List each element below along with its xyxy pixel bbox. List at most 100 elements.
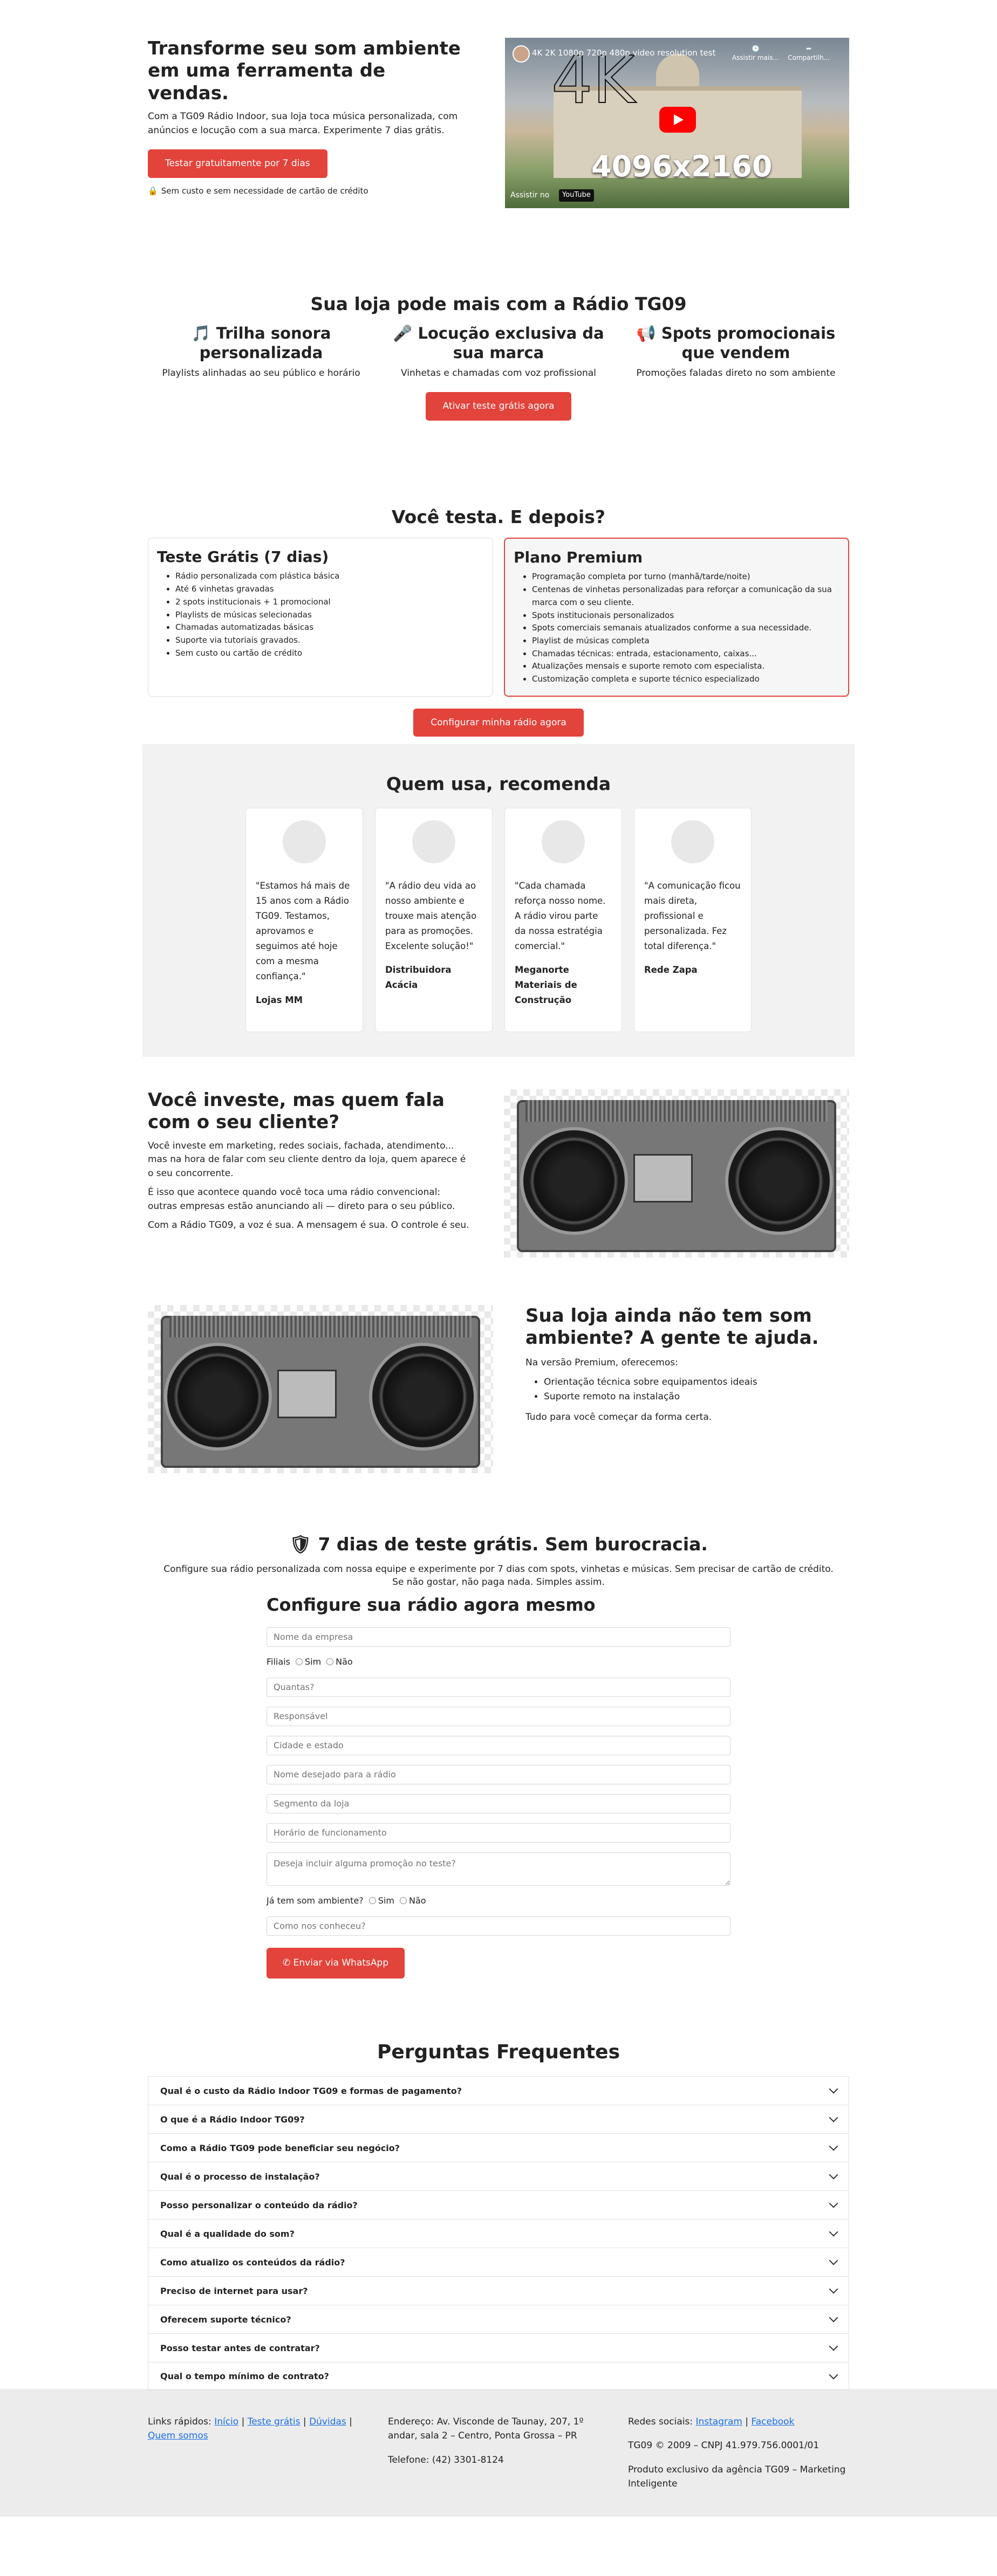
share-label: Compartilh... xyxy=(788,54,830,62)
sound-help-item: Orientação técnica sobre equipamentos id… xyxy=(544,1375,849,1390)
footer-contact-column: Endereço: Av. Visconde de Taunay, 207, 1… xyxy=(388,2415,609,2501)
free-plan-title: Teste Grátis (7 dias) xyxy=(157,547,329,566)
configure-radio-button[interactable]: Configurar minha rádio agora xyxy=(413,708,584,737)
faq-item[interactable]: Qual é a qualidade do som? xyxy=(148,2219,849,2248)
faq-question: Qual é o custo da Rádio Indoor TG09 e fo… xyxy=(160,2085,462,2096)
how-found-input[interactable] xyxy=(267,1916,730,1936)
faq-question: Oferecem suporte técnico? xyxy=(160,2314,291,2325)
plan-feature: 2 spots institucionais + 1 promocional xyxy=(175,596,484,609)
faq-item[interactable]: Preciso de internet para usar? xyxy=(148,2276,849,2305)
hero-trial-button[interactable]: Testar gratuitamente por 7 dias xyxy=(148,149,327,178)
faq-item[interactable]: Qual é o processo de instalação? xyxy=(148,2162,849,2191)
has-sound-radio-group: Já tem som ambiente? Sim Não xyxy=(267,1894,730,1907)
instagram-link[interactable]: Instagram xyxy=(695,2416,742,2427)
plan-feature: Playlist de músicas completa xyxy=(532,635,839,648)
radio-label: Não xyxy=(408,1895,426,1906)
shield-check-icon: 🛡 xyxy=(289,1534,312,1555)
facebook-link[interactable]: Facebook xyxy=(752,2416,795,2427)
testimonial-author: Lojas MM xyxy=(256,995,303,1006)
play-icon[interactable] xyxy=(659,107,696,133)
boombox-image xyxy=(504,1089,849,1258)
watch-later-button[interactable]: 🕒 Assistir mais... xyxy=(732,44,779,63)
faq-item[interactable]: Posso testar antes de contratar? xyxy=(148,2333,849,2362)
feature-text: Playlists alinhadas ao seu público e hor… xyxy=(162,368,360,379)
plan-feature: Centenas de vinhetas personalizadas para… xyxy=(532,583,839,609)
promotion-textarea[interactable] xyxy=(267,1852,730,1886)
footer-link-inicio[interactable]: Início xyxy=(214,2416,238,2427)
branches-count-input[interactable] xyxy=(267,1677,730,1697)
footer-link-about[interactable]: Quem somos xyxy=(148,2430,208,2441)
share-icon: ➦ xyxy=(806,45,812,52)
opening-hours-input[interactable] xyxy=(267,1823,730,1843)
feature-item: 📢 Spots promocionais que vendem Promoçõe… xyxy=(623,324,849,380)
video-title[interactable]: 4K 2K 1080p 720p 480p video resolution t… xyxy=(532,47,715,59)
has-sound-yes-radio[interactable] xyxy=(368,1897,376,1904)
radio-config-form: Configure sua rádio agora mesmo Filiais … xyxy=(267,1592,730,1979)
footer-link-trial[interactable]: Teste grátis xyxy=(248,2416,301,2427)
faq-item[interactable]: Qual o tempo mínimo de contrato? xyxy=(148,2362,849,2391)
city-state-input[interactable] xyxy=(267,1735,730,1755)
plan-feature: Chamadas técnicas: entrada, estacionamen… xyxy=(532,648,839,661)
boombox-top-grille xyxy=(525,1100,828,1122)
feature-title-text: Spots promocionais que vendem xyxy=(661,324,836,362)
company-name-input[interactable] xyxy=(267,1627,730,1647)
premium-plan-features: Programação completa por turno (manhã/ta… xyxy=(514,571,839,685)
testimonial-quote: "A rádio deu vida ao nosso ambiente e tr… xyxy=(385,880,477,952)
faq-item[interactable]: O que é a Rádio Indoor TG09? xyxy=(148,2105,849,2134)
channel-avatar[interactable] xyxy=(513,45,530,63)
trial-title: 🛡 7 dias de teste grátis. Sem burocracia… xyxy=(148,1531,849,1557)
faq-item[interactable]: Como a Rádio TG09 pode beneficiar seu ne… xyxy=(148,2133,849,2162)
branches-no-radio[interactable] xyxy=(326,1658,334,1665)
features-title: Sua loja pode mais com a Rádio TG09 xyxy=(310,293,687,314)
whatsapp-submit-button[interactable]: ✆ Enviar via WhatsApp xyxy=(267,1947,405,1979)
faq-item[interactable]: Qual é o custo da Rádio Indoor TG09 e fo… xyxy=(148,2076,849,2105)
feature-text: Vinhetas e chamadas com voz profissional xyxy=(401,368,596,379)
youtube-video-embed[interactable]: 4K 4K 2K 1080p 720p 480p video resolutio… xyxy=(505,38,849,208)
footer-link-faq[interactable]: Dúvidas xyxy=(309,2416,346,2427)
store-segment-input[interactable] xyxy=(267,1794,730,1813)
boombox-speaker-left xyxy=(164,1343,272,1451)
has-sound-no-radio[interactable] xyxy=(399,1897,407,1904)
sound-help-list: Orientação técnica sobre equipamentos id… xyxy=(525,1375,849,1404)
plan-feature: Spots comerciais semanais atualizados co… xyxy=(532,622,839,635)
hero-text-block: Transforme seu som ambiente em uma ferra… xyxy=(148,38,472,253)
avatar xyxy=(542,820,585,863)
feature-title-text: Locução exclusiva da sua marca xyxy=(418,324,604,362)
testimonial-author: Rede Zapa xyxy=(644,965,698,976)
faq-question: Posso personalizar o conteúdo da rádio? xyxy=(160,2200,358,2210)
invest-title: Você investe, mas quem fala com o seu cl… xyxy=(148,1089,445,1134)
youtube-logo[interactable]: YouTube xyxy=(559,189,594,202)
testimonial-card: "A rádio deu vida ao nosso ambiente e tr… xyxy=(375,807,493,1032)
invest-paragraph: Com a Rádio TG09, a voz é sua. A mensage… xyxy=(148,1220,469,1231)
footer-phone: Telefone: (42) 3301-8124 xyxy=(388,2454,504,2465)
branches-radio-group: Filiais Sim Não xyxy=(267,1655,730,1668)
faq-item[interactable]: Como atualizo os conteúdos da rádio? xyxy=(148,2248,849,2277)
lock-icon: 🔒 xyxy=(148,186,158,196)
plan-feature: Chamadas automatizadas básicas xyxy=(175,621,484,634)
boombox-speaker-left xyxy=(520,1127,628,1235)
radio-name-input[interactable] xyxy=(267,1764,730,1784)
footer-address: Endereço: Av. Visconde de Taunay, 207, 1… xyxy=(388,2416,584,2442)
radio-label: Sim xyxy=(378,1895,394,1906)
responsible-input[interactable] xyxy=(267,1706,730,1726)
chevron-down-icon xyxy=(829,2141,838,2151)
branches-yes-radio[interactable] xyxy=(295,1658,303,1665)
faq-question: Qual o tempo mínimo de contrato? xyxy=(160,2371,329,2382)
boombox-cassette-deck xyxy=(633,1154,693,1203)
footer-social: Redes sociais: Instagram | Facebook xyxy=(628,2416,795,2427)
chevron-down-icon xyxy=(829,2313,838,2323)
plans-title: Você testa. E depois? xyxy=(391,506,606,527)
testimonial-quote: "Estamos há mais de 15 anos com a Rádio … xyxy=(256,880,350,982)
plan-feature: Atualizações mensais e suporte remoto co… xyxy=(532,660,839,673)
sound-help-intro: Na versão Premium, oferecemos: xyxy=(525,1357,678,1368)
testimonial-card: "Cada chamada reforça nosso nome. A rádi… xyxy=(504,807,622,1032)
video-resolution-label: 4096x2160 xyxy=(591,149,773,183)
plan-feature: Playlists de músicas selecionadas xyxy=(175,609,484,622)
faq-item[interactable]: Oferecem suporte técnico? xyxy=(148,2305,849,2334)
faq-item[interactable]: Posso personalizar o conteúdo da rádio? xyxy=(148,2190,849,2220)
share-button[interactable]: ➦ Compartilh... xyxy=(788,44,830,63)
boombox-top-grille xyxy=(169,1316,472,1337)
testimonial-card: "A comunicação ficou mais direta, profis… xyxy=(634,807,752,1032)
activate-trial-button[interactable]: Ativar teste grátis agora xyxy=(425,391,572,421)
feature-item: 🎤 Locução exclusiva da sua marca Vinheta… xyxy=(385,324,612,380)
